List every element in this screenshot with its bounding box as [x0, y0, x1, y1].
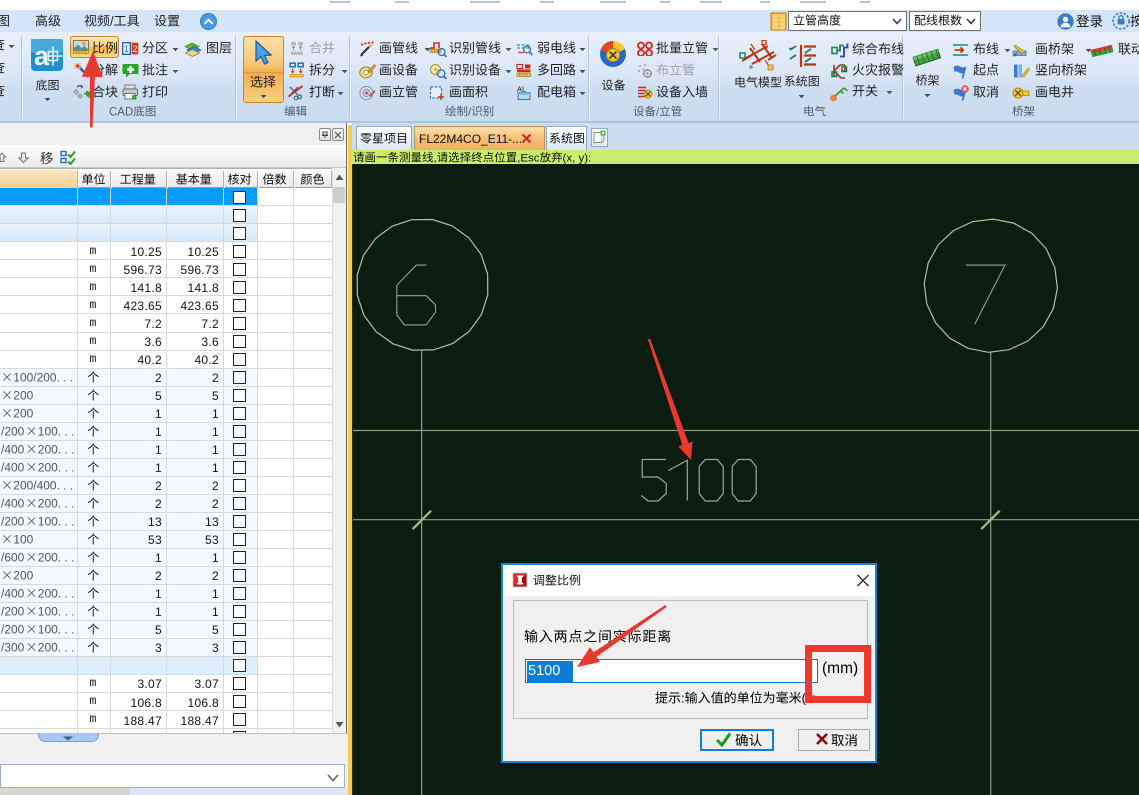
svg-text:200. . .: 200. . .: [38, 442, 75, 456]
svg-text:100. . .: 100. . .: [38, 605, 75, 619]
svg-text:200/400. . .: 200/400. . .: [13, 478, 73, 492]
svg-text:200: 200: [13, 406, 33, 420]
svg-text:/400: /400: [1, 586, 25, 600]
svg-text:/200: /200: [1, 514, 25, 528]
svg-text:/400: /400: [1, 460, 25, 474]
svg-text:200. . .: 200. . .: [38, 550, 75, 564]
svg-text:200. . .: 200. . .: [38, 460, 75, 474]
svg-text:/200: /200: [1, 424, 25, 438]
svg-text:200. . .: 200. . .: [38, 496, 75, 510]
svg-text:CAD: CAD: [109, 106, 133, 118]
svg-text:200: 200: [13, 568, 33, 582]
svg-text:200. . .: 200. . .: [38, 641, 75, 655]
svg-text:100/200. . .: 100/200. . .: [13, 370, 73, 384]
svg-text:2: 2: [132, 44, 137, 54]
svg-text:,Esc: ,Esc: [517, 152, 540, 164]
svg-text:100. . .: 100. . .: [38, 514, 75, 528]
svg-text:/200: /200: [1, 623, 25, 637]
svg-text:/400: /400: [1, 496, 25, 510]
svg-text:100: 100: [13, 532, 33, 546]
svg-text:/400: /400: [1, 442, 25, 456]
svg-text:/: /: [468, 106, 472, 118]
svg-text:100. . .: 100. . .: [38, 424, 75, 438]
svg-text:/: /: [656, 106, 660, 118]
svg-text:/300: /300: [1, 641, 25, 655]
svg-text:,: ,: [433, 152, 436, 164]
svg-text:/: /: [110, 13, 114, 28]
svg-text:1: 1: [124, 44, 129, 54]
svg-text:/200: /200: [1, 605, 25, 619]
svg-text::: :: [681, 690, 685, 705]
svg-text:(x, y):: (x, y):: [562, 152, 591, 164]
svg-text:200: 200: [13, 388, 33, 402]
svg-text:200. . .: 200. . .: [38, 586, 75, 600]
svg-text:100. . .: 100. . .: [38, 623, 75, 637]
svg-text:/600: /600: [1, 550, 25, 564]
